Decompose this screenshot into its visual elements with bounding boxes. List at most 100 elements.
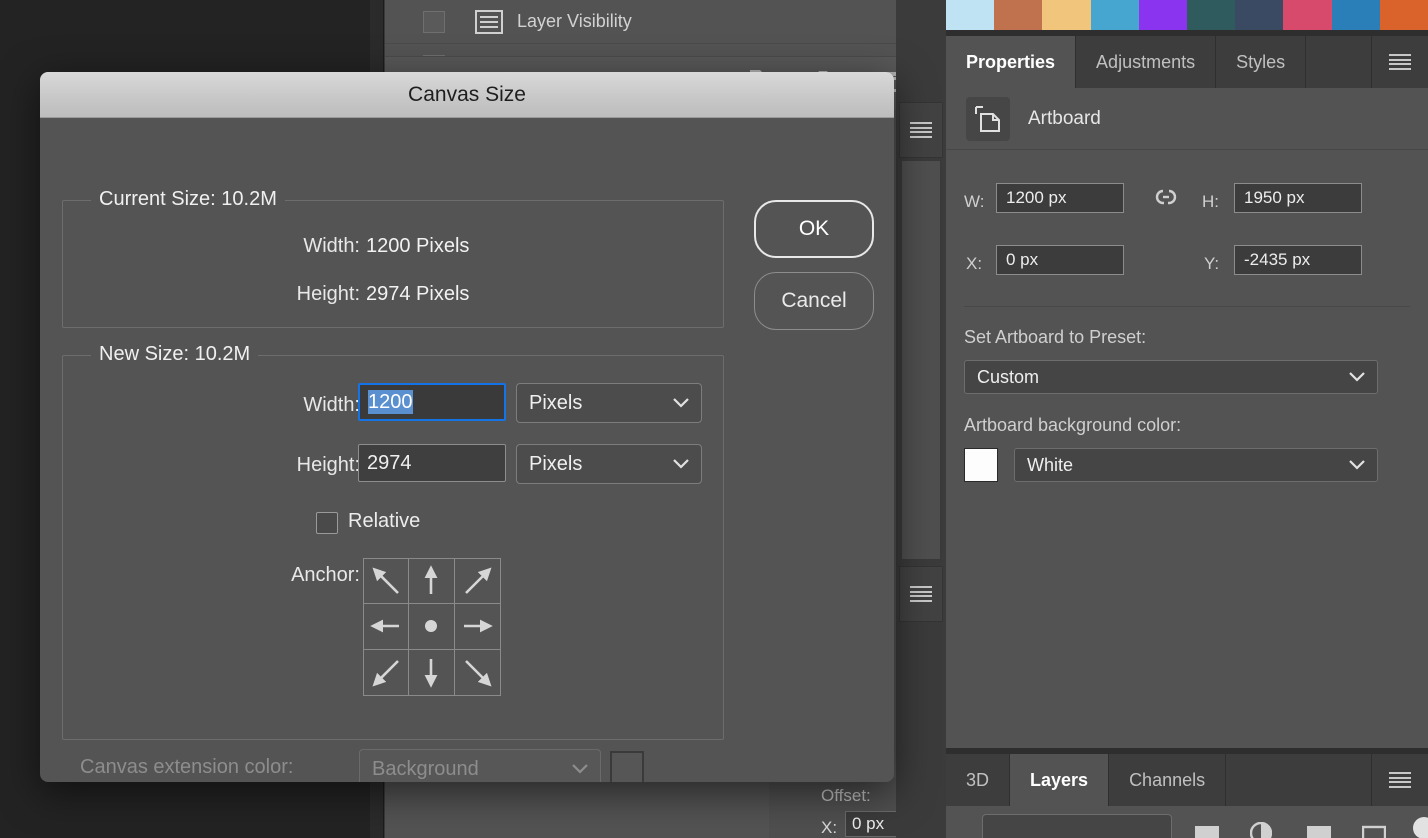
new-layer-icon[interactable] [1412, 816, 1428, 838]
new-height-unit-dropdown[interactable]: Pixels [516, 444, 702, 484]
canvas-extension-color-dropdown[interactable]: Background [359, 749, 601, 782]
filmstrip-thumbnail[interactable] [1332, 0, 1380, 30]
anchor-bottom-center[interactable] [409, 650, 454, 695]
tab-adjustments[interactable]: Adjustments [1076, 36, 1216, 88]
width-field[interactable]: 1200 px [996, 183, 1124, 213]
height-label: H: [1202, 192, 1219, 212]
cancel-button-label: Cancel [781, 289, 846, 313]
ok-button[interactable]: OK [754, 200, 874, 258]
properties-tabbar: Properties Adjustments Styles [946, 36, 1428, 88]
hamburger-menu-icon [1389, 772, 1411, 788]
current-size-legend: Current Size: 10.2M [91, 188, 285, 211]
layer-mask-icon[interactable] [1306, 824, 1332, 838]
preset-dropdown[interactable]: Custom [964, 360, 1378, 394]
chevron-down-icon [1349, 460, 1365, 470]
filmstrip-thumbnail[interactable] [994, 0, 1042, 30]
anchor-grid [363, 558, 501, 696]
new-width-input-value: 1200 [368, 390, 413, 414]
filmstrip-thumbnail[interactable] [1380, 0, 1428, 30]
new-width-unit-dropdown[interactable]: Pixels [516, 383, 702, 423]
link-icon[interactable] [1151, 186, 1181, 213]
dialog-titlebar[interactable]: Canvas Size [40, 72, 894, 118]
relative-checkbox[interactable] [316, 512, 338, 534]
panel-body-strip [901, 160, 941, 560]
anchor-top-right[interactable] [455, 559, 500, 604]
image-filmstrip [946, 0, 1428, 30]
tab-layers[interactable]: Layers [1010, 754, 1109, 806]
x-field[interactable]: 0 px [996, 245, 1124, 275]
filmstrip-thumbnail[interactable] [1235, 0, 1283, 30]
link-layers-icon[interactable] [1194, 824, 1220, 838]
panel-menu-button[interactable] [899, 102, 943, 158]
anchor-top-center[interactable] [409, 559, 454, 604]
photoshop-window: Layer Visibility Nudge Offset: X: 0 px [0, 0, 1428, 838]
canvas-extension-color-label: Canvas extension color: [80, 756, 293, 779]
adjustment-layer-icon[interactable] [1362, 822, 1386, 838]
new-height-label: Height: [220, 454, 360, 477]
tab-properties-label: Properties [966, 52, 1055, 73]
filmstrip-thumbnail[interactable] [1091, 0, 1139, 30]
canvas-extension-color-swatch[interactable] [610, 751, 644, 782]
filmstrip-thumbnail[interactable] [1139, 0, 1187, 30]
anchor-bottom-right[interactable] [455, 650, 500, 695]
tab-styles[interactable]: Styles [1216, 36, 1306, 88]
history-item-label: Layer Visibility [517, 11, 632, 32]
ok-button-label: OK [799, 217, 829, 241]
right-dock: Properties Adjustments Styles Artboar [946, 0, 1428, 838]
layer-style-icon[interactable] [1250, 822, 1272, 838]
anchor-middle-right[interactable] [455, 604, 500, 649]
relative-label: Relative [348, 510, 420, 533]
artboard-bg-color-value: White [1027, 455, 1349, 476]
history-item[interactable]: Layer Visibility [385, 0, 946, 44]
artboard-bg-color-label: Artboard background color: [964, 415, 1181, 436]
anchor-top-left[interactable] [364, 559, 409, 604]
anchor-bottom-left[interactable] [364, 650, 409, 695]
history-checkbox[interactable] [423, 11, 445, 33]
artboard-icon [966, 97, 1010, 141]
panel-menu-button[interactable] [1372, 36, 1428, 88]
properties-header: Artboard [946, 88, 1428, 150]
tab-3d-label: 3D [966, 770, 989, 791]
panel-menu-button[interactable] [1372, 754, 1428, 806]
filmstrip-thumbnail[interactable] [1187, 0, 1235, 30]
x-label: X: [966, 254, 982, 274]
current-width-label: Width: [220, 235, 360, 258]
chevron-down-icon [1349, 372, 1365, 382]
panel-menu-button[interactable] [899, 566, 943, 622]
anchor-middle-left[interactable] [364, 604, 409, 649]
cancel-button[interactable]: Cancel [754, 272, 874, 330]
tabbar-filler [1226, 754, 1372, 806]
new-width-input[interactable]: 1200 [358, 383, 506, 421]
tab-adjustments-label: Adjustments [1096, 52, 1195, 73]
tab-channels[interactable]: Channels [1109, 754, 1226, 806]
offset-label: Offset: [821, 786, 871, 806]
tab-3d[interactable]: 3D [946, 754, 1010, 806]
new-width-unit-value: Pixels [529, 392, 673, 415]
tab-styles-label: Styles [1236, 52, 1285, 73]
artboard-bg-color-dropdown[interactable]: White [1014, 448, 1378, 482]
properties-header-label: Artboard [1028, 108, 1101, 130]
filmstrip-thumbnail[interactable] [1283, 0, 1331, 30]
y-field[interactable]: -2435 px [1234, 245, 1362, 275]
preset-value: Custom [977, 367, 1349, 388]
tab-properties[interactable]: Properties [946, 36, 1076, 88]
artboard-bg-color-swatch[interactable] [964, 448, 998, 482]
current-width-value: 1200 Pixels [366, 235, 469, 258]
artboard-geometry: W: 1200 px H: 1950 px X: 0 px Y: -2435 p… [946, 150, 1428, 290]
preset-label: Set Artboard to Preset: [964, 327, 1146, 348]
hamburger-menu-icon [910, 122, 932, 138]
new-height-input[interactable]: 2974 [358, 444, 506, 482]
offset-x-label: X: [821, 818, 837, 838]
anchor-label: Anchor: [220, 564, 360, 587]
width-label: W: [964, 192, 984, 212]
current-size-group: Current Size: 10.2M [62, 200, 724, 328]
filmstrip-thumbnail[interactable] [946, 0, 994, 30]
blend-mode-dropdown[interactable] [982, 814, 1172, 838]
anchor-center[interactable] [409, 604, 454, 649]
new-height-unit-value: Pixels [529, 453, 673, 476]
dialog-title: Canvas Size [408, 83, 526, 107]
filmstrip-thumbnail[interactable] [1042, 0, 1090, 30]
height-field[interactable]: 1950 px [1234, 183, 1362, 213]
new-size-legend: New Size: 10.2M [91, 343, 258, 366]
current-height-label: Height: [220, 283, 360, 306]
